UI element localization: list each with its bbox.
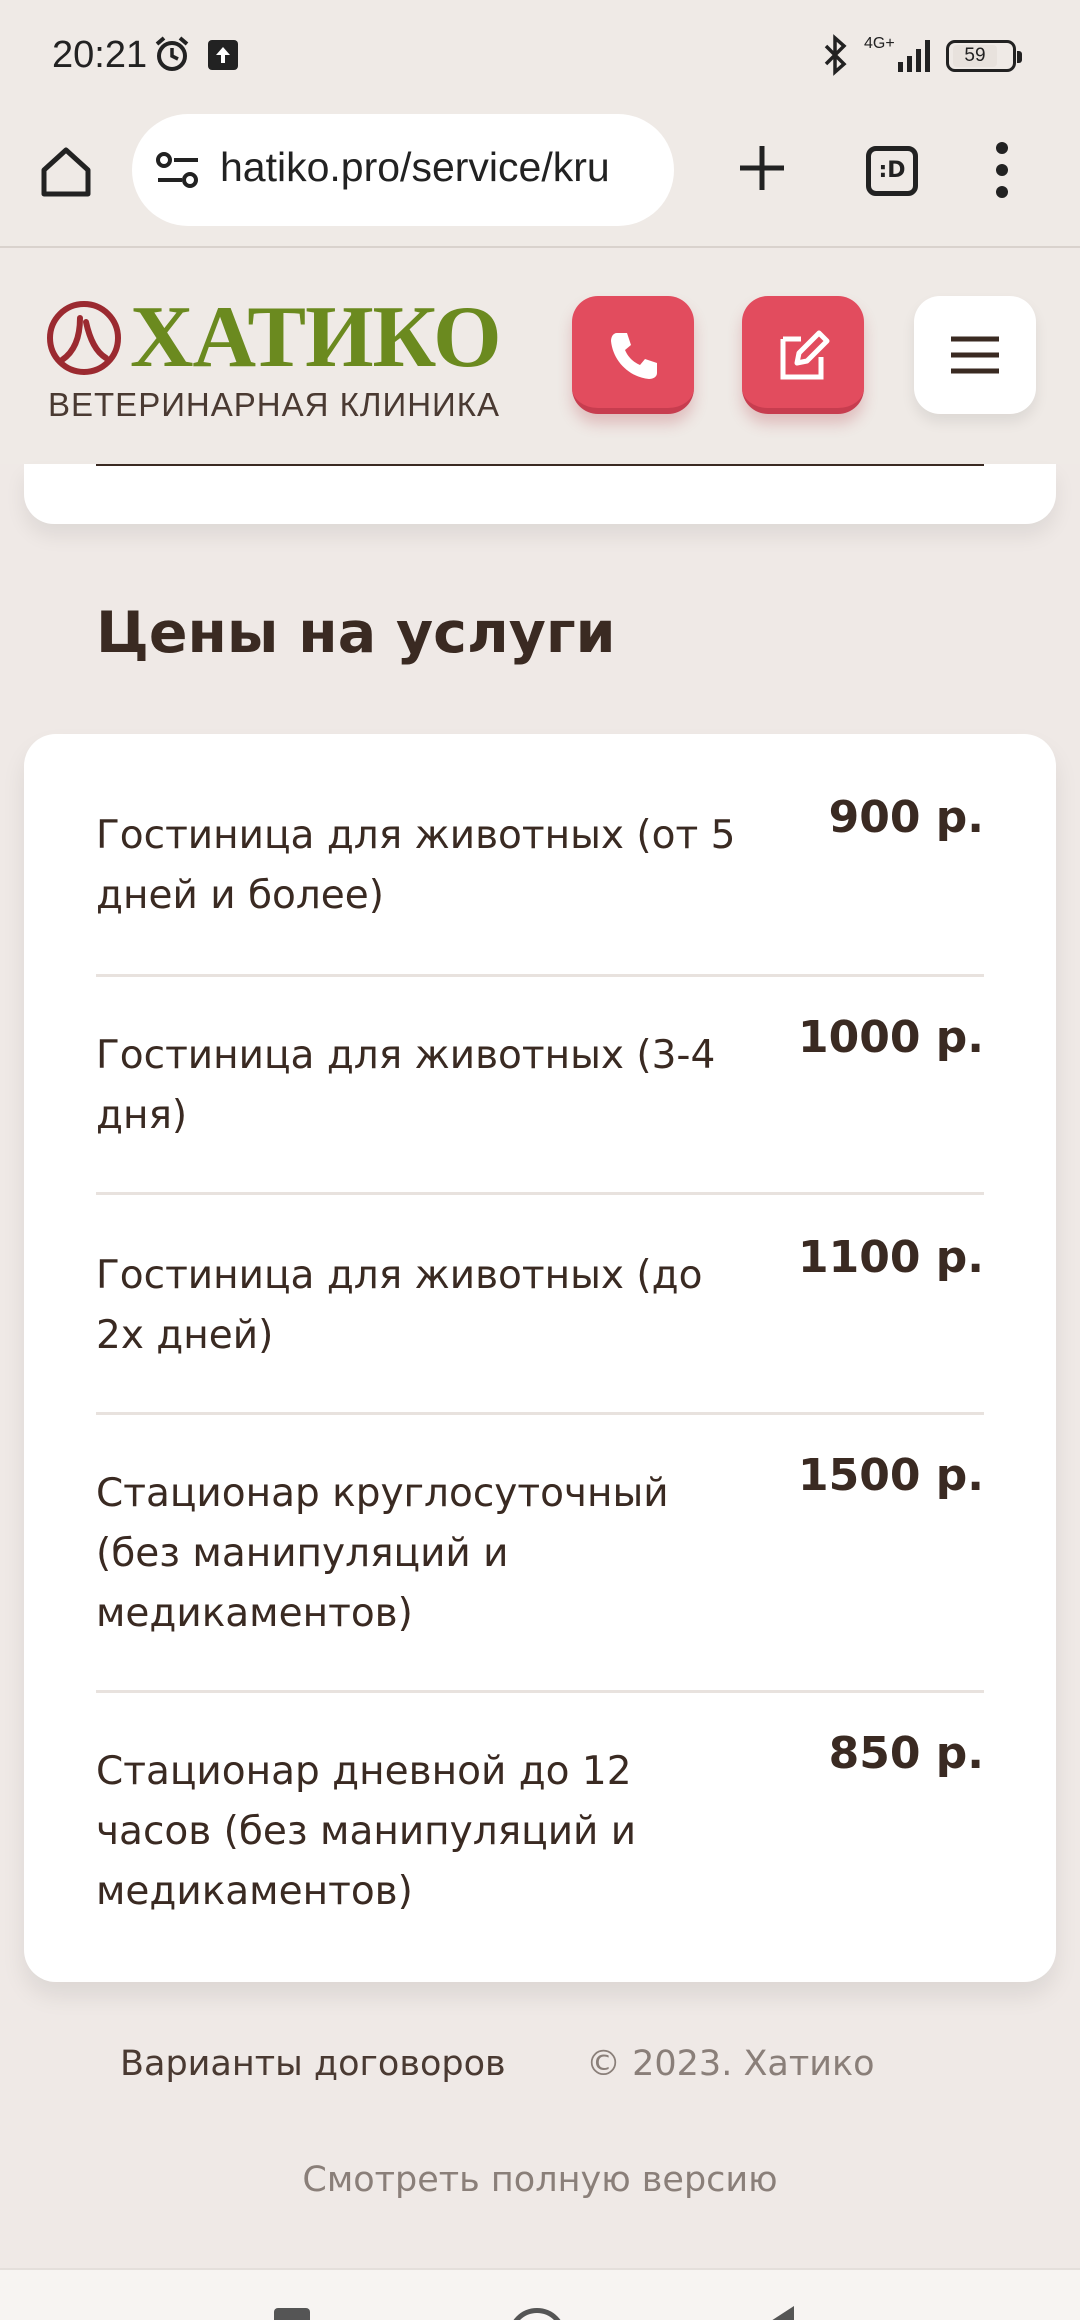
- row-divider: [96, 974, 984, 977]
- full-version-link[interactable]: Смотреть полную версию: [0, 2160, 1080, 2200]
- copyright: © 2023. Хатико: [586, 2044, 875, 2084]
- service-name: Гостиница для животных (3-4 дня): [96, 1033, 716, 1138]
- service-name: Стационар дневной до 12 часов (без манип…: [96, 1749, 637, 1914]
- browser-toolbar: hatiko.pro/service/kru :D: [0, 112, 1080, 248]
- prices-title: Цены на услуги: [96, 600, 616, 666]
- battery-icon: 59: [946, 40, 1022, 72]
- contracts-link[interactable]: Варианты договоров: [120, 2044, 506, 2084]
- service-price: 1100 р.: [798, 1232, 984, 1283]
- service-price: 900 р.: [828, 792, 984, 843]
- service-name: Стационар круглосуточный (без манипуляци…: [96, 1471, 669, 1636]
- plus-icon[interactable]: [732, 138, 792, 198]
- home-nav-icon[interactable]: [508, 2308, 566, 2320]
- url-text[interactable]: hatiko.pro/service/kru: [220, 144, 660, 191]
- logo-title: ХАТИКО: [130, 289, 502, 386]
- upload-icon: [208, 40, 238, 70]
- service-price: 1000 р.: [798, 1012, 984, 1063]
- back-icon[interactable]: [760, 2306, 794, 2320]
- menu-icon: [951, 336, 999, 374]
- service-price: 1500 р.: [798, 1450, 984, 1501]
- battery-level: 59: [953, 45, 997, 67]
- service-name: Гостиница для животных (до 2х дней): [96, 1253, 703, 1358]
- edit-icon: [780, 330, 830, 380]
- appointment-button[interactable]: [742, 296, 864, 414]
- site-settings-icon[interactable]: [154, 150, 202, 190]
- menu-button[interactable]: [914, 296, 1036, 414]
- logo-mark-icon: [47, 301, 121, 375]
- logo-subtitle: ВЕТЕРИНАРНАЯ КЛИНИКА: [48, 386, 500, 423]
- status-time: 20:21: [52, 34, 148, 76]
- service-price: 850 р.: [828, 1728, 984, 1779]
- alarm-icon: [155, 36, 189, 71]
- status-bar: 20:21 4G+ 59: [0, 0, 1080, 112]
- bluetooth-icon: [824, 34, 847, 76]
- call-button[interactable]: [572, 296, 694, 414]
- system-nav-bar: [0, 2268, 1080, 2320]
- address-bar[interactable]: hatiko.pro/service/kru: [132, 114, 674, 226]
- tabs-icon[interactable]: :D: [866, 146, 918, 196]
- row-divider: [96, 1192, 984, 1195]
- network-type: 4G+: [864, 35, 895, 52]
- price-list: Гостиница для животных (от 5 дней и боле…: [24, 734, 1056, 1982]
- home-icon[interactable]: [36, 142, 96, 202]
- service-name: Гостиница для животных (от 5 дней и боле…: [96, 813, 736, 918]
- phone-icon: [611, 333, 657, 379]
- card-divider: [96, 464, 984, 466]
- site-header: ХАТИКО ВЕТЕРИНАРНАЯ КЛИНИКА: [0, 250, 1080, 464]
- row-divider: [96, 1412, 984, 1415]
- row-divider: [96, 1690, 984, 1693]
- recents-icon[interactable]: [274, 2308, 310, 2320]
- logo[interactable]: ХАТИКО ВЕТЕРИНАРНАЯ КЛИНИКА: [46, 289, 536, 434]
- more-icon[interactable]: [990, 138, 1014, 202]
- previous-card: [24, 464, 1056, 524]
- signal-icon: [898, 40, 930, 72]
